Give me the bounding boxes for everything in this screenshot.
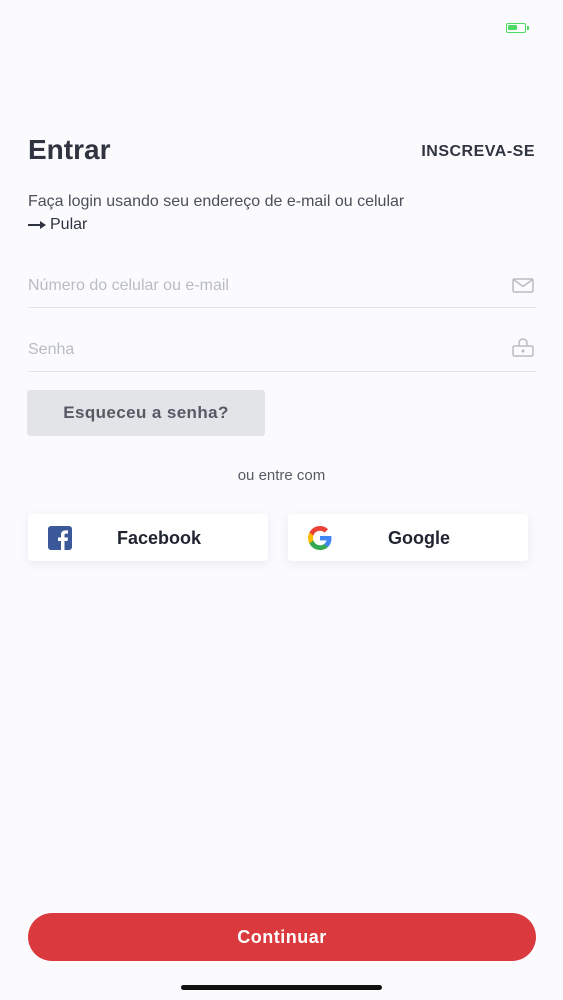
skip-label: Pular — [50, 216, 88, 233]
signup-link[interactable]: INSCREVA-SE — [421, 143, 535, 161]
battery-icon — [506, 23, 529, 33]
lock-icon — [512, 338, 534, 357]
facebook-login-button[interactable]: Facebook — [28, 514, 268, 561]
forgot-password-button[interactable]: Esqueceu a senha? — [27, 390, 265, 436]
skip-link[interactable]: Pular — [28, 216, 87, 234]
password-input[interactable] — [28, 341, 488, 359]
arrow-right-icon — [28, 221, 46, 229]
facebook-label: Facebook — [116, 528, 202, 548]
login-instructions: Faça login usando seu endereço de e-mail… — [28, 193, 405, 210]
identifier-field — [28, 262, 536, 308]
google-login-button[interactable]: Google — [288, 514, 528, 561]
password-field — [28, 326, 536, 372]
google-label: Google — [388, 528, 450, 548]
continue-button[interactable]: Continuar — [28, 913, 536, 961]
status-bar — [0, 0, 563, 60]
page-title: Entrar — [28, 134, 111, 165]
home-indicator — [181, 985, 382, 990]
identifier-input[interactable] — [28, 277, 488, 295]
envelope-icon — [512, 278, 534, 293]
social-divider-text: ou entre com — [237, 467, 326, 484]
